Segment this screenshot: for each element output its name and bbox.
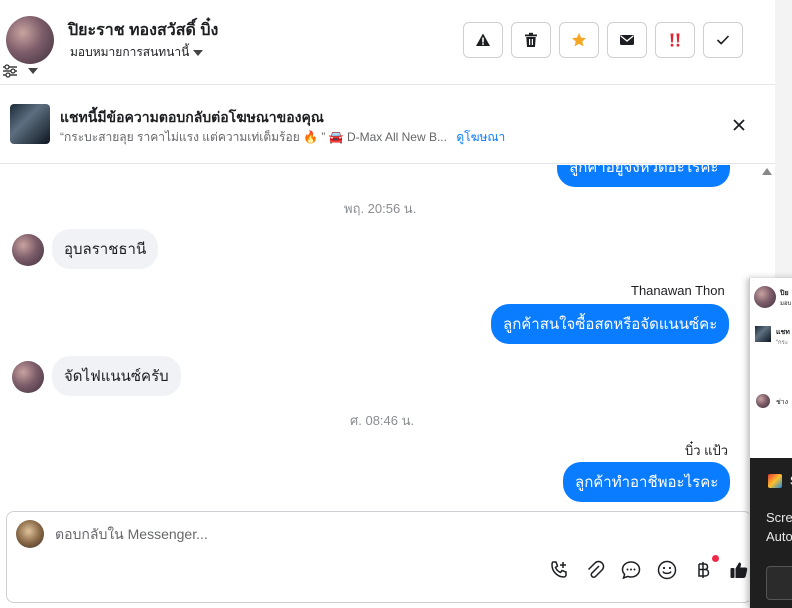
sliders-icon[interactable]	[2, 63, 18, 79]
sender-name: บิ๋ว แป้ว	[685, 443, 729, 458]
notification-dot	[712, 555, 719, 562]
paperclip-icon	[587, 560, 605, 578]
view-ad-link[interactable]: ดูโฆษณา	[456, 130, 505, 144]
outgoing-message[interactable]: ลูกค้าทำอาชีพอะไรคะ	[563, 462, 731, 502]
overlay-message: ช่าง	[776, 399, 789, 406]
toast-line-2: Auto	[766, 529, 792, 544]
mark-unread-button[interactable]	[607, 22, 647, 58]
delete-button[interactable]	[511, 22, 551, 58]
overlay-ad-thumbnail	[755, 326, 771, 342]
timestamp: ศ. 08:46 น.	[350, 413, 415, 428]
overlay-message-avatar	[756, 394, 770, 408]
phone-plus-icon	[551, 561, 567, 578]
message-thread[interactable]: ลูกค้าอยู่จังหวัดอะไรคะ พฤ. 20:56 น. อุบ…	[0, 165, 760, 510]
contact-name[interactable]: ปิยะราช ทองสวัสดิ์ บิ๋ง	[68, 18, 218, 43]
composer-tools	[547, 555, 751, 582]
report-spam-button[interactable]	[463, 22, 503, 58]
ad-banner-snippet: “กระบะสายลุย ราคาไม่แรง แต่ความเท่เต็มร้…	[60, 128, 505, 147]
call-button[interactable]	[547, 558, 571, 582]
star-icon	[572, 33, 586, 47]
mark-urgent-button[interactable]	[655, 22, 695, 58]
toast-button[interactable]	[766, 566, 792, 600]
thumbs-up-icon	[730, 562, 748, 578]
like-button[interactable]	[727, 558, 751, 582]
baht-icon	[698, 562, 710, 578]
checkmark-icon	[716, 35, 730, 45]
trash-icon	[525, 32, 537, 47]
smiley-icon	[657, 560, 677, 580]
sender-name: Thanawan Thon	[631, 283, 725, 298]
reply-composer	[6, 511, 752, 603]
attach-button[interactable]	[583, 558, 607, 582]
incoming-message[interactable]: อุบลราชธานี	[52, 229, 159, 269]
star-button[interactable]	[559, 22, 599, 58]
toast-line-1: Scre	[766, 510, 792, 525]
app-icon	[768, 474, 782, 488]
ad-snippet-text: “กระบะสายลุย ราคาไม่แรง แต่ความเท่เต็มร้…	[60, 130, 447, 144]
double-exclamation-icon	[670, 33, 680, 47]
ad-reply-banner: แชทนี้มีข้อความตอบกลับต่อโฆษณาของคุณ “กร…	[0, 86, 775, 164]
overlay-contact-avatar	[754, 286, 776, 308]
conversation-header: ปิยะราช ทองสวัสดิ์ บิ๋ง มอบหมายการสนทนาน…	[0, 0, 775, 85]
assign-conversation-dropdown[interactable]: มอบหมายการสนทนานี้	[70, 43, 204, 62]
overlay-assign-label: มอบ	[780, 301, 792, 307]
outgoing-message[interactable]: ลูกค้าสนใจซื้อสดหรือจัดแนนซ์คะ	[491, 304, 730, 344]
scrollbar[interactable]	[775, 0, 792, 278]
chevron-down-icon	[193, 49, 204, 56]
envelope-icon	[620, 35, 634, 45]
assign-label: มอบหมายการสนทนานี้	[70, 45, 190, 59]
overlapping-window[interactable]: ปิย มอบ แชท “กระ ช่าง S Scre Auto	[749, 278, 792, 608]
payment-button[interactable]	[691, 555, 719, 582]
close-icon[interactable]	[728, 114, 750, 136]
contact-avatar-small[interactable]	[12, 361, 44, 393]
warning-icon	[476, 33, 490, 46]
scroll-up-arrow-icon[interactable]	[762, 168, 772, 175]
incoming-message[interactable]: จัดไฟแนนซ์ครับ	[52, 356, 181, 396]
contact-avatar-small[interactable]	[12, 234, 44, 266]
mark-done-button[interactable]	[703, 22, 743, 58]
chat-bubble-icon	[621, 561, 641, 580]
timestamp: พฤ. 20:56 น.	[344, 201, 417, 216]
saved-replies-button[interactable]	[619, 558, 643, 582]
contact-avatar[interactable]	[6, 16, 54, 64]
overlay-ad-snippet: “กระ	[776, 340, 789, 346]
header-actions	[463, 22, 743, 58]
ad-banner-title: แชทนี้มีข้อความตอบกลับต่อโฆษณาของคุณ	[60, 109, 324, 125]
ad-thumbnail[interactable]	[10, 104, 50, 144]
outgoing-message[interactable]: ลูกค้าอยู่จังหวัดอะไรคะ	[557, 165, 731, 187]
emoji-button[interactable]	[655, 558, 679, 582]
page-avatar	[16, 520, 44, 548]
reply-input[interactable]	[55, 526, 695, 542]
screenshot-toast[interactable]: S Scre Auto	[750, 458, 792, 608]
filter-chevron-down-icon[interactable]	[28, 68, 38, 74]
